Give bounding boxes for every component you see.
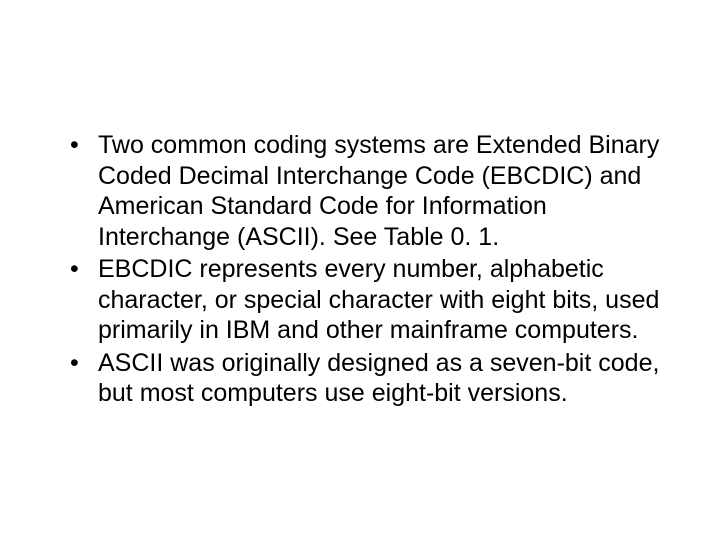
list-item: • EBCDIC represents every number, alphab… [60, 254, 680, 346]
bullet-list: • Two common coding systems are Extended… [60, 130, 680, 409]
bullet-icon: • [70, 348, 79, 379]
list-item-text: Two common coding systems are Extended B… [98, 131, 659, 251]
list-item: • ASCII was originally designed as a sev… [60, 348, 680, 409]
list-item-text: EBCDIC represents every number, alphabet… [98, 255, 659, 344]
list-item: • Two common coding systems are Extended… [60, 130, 680, 252]
slide: • Two common coding systems are Extended… [0, 0, 720, 540]
bullet-icon: • [70, 254, 79, 285]
list-item-text: ASCII was originally designed as a seven… [98, 349, 659, 408]
bullet-icon: • [70, 130, 79, 161]
